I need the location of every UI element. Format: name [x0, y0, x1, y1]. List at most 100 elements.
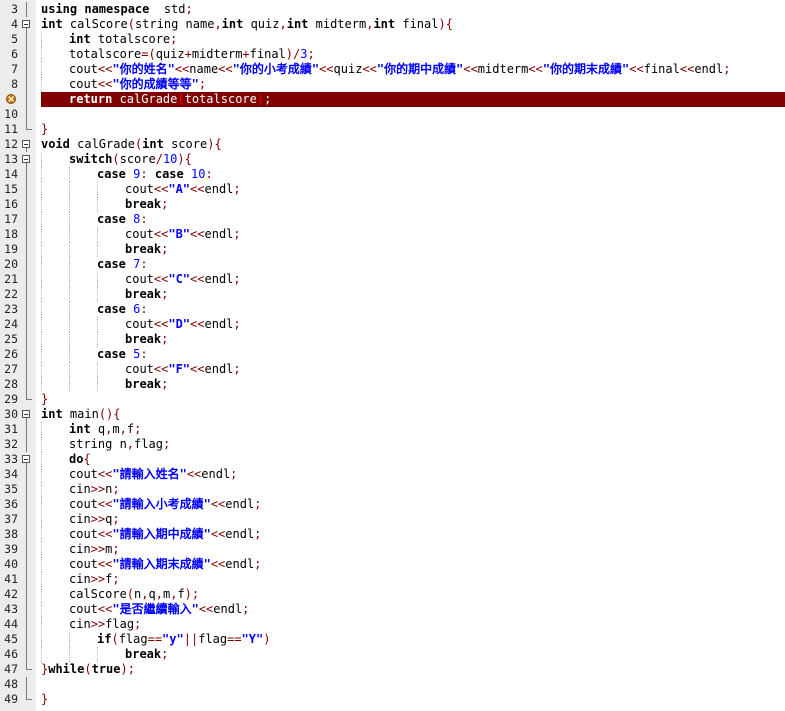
code-line[interactable]: 21 cout<<"C"<<endl;	[0, 272, 785, 287]
code-line[interactable]: 25 break;	[0, 332, 785, 347]
fold-collapse-icon[interactable]	[21, 17, 33, 32]
code-line[interactable]: 47}while(true);	[0, 662, 785, 677]
code-line[interactable]: 13 switch(score/10){	[0, 152, 785, 167]
code-line[interactable]: 29}	[0, 392, 785, 407]
fold-collapse-icon[interactable]	[21, 137, 33, 152]
code-text[interactable]: }	[41, 392, 785, 407]
code-line[interactable]: 31 int q,m,f;	[0, 422, 785, 437]
code-text[interactable]: }	[41, 122, 785, 137]
code-text[interactable]: if(flag=="y"||flag=="Y")	[41, 632, 785, 647]
code-line[interactable]: 39 cin>>m;	[0, 542, 785, 557]
code-text[interactable]: do{	[41, 452, 785, 467]
code-text[interactable]: case 5:	[41, 347, 785, 362]
code-line[interactable]: 30 int main(){	[0, 407, 785, 422]
code-text[interactable]: case 9: case 10:	[41, 167, 785, 182]
code-text[interactable]: cout<<"請輸入期末成績"<<endl;	[41, 557, 785, 572]
fold-collapse-icon[interactable]	[21, 452, 33, 467]
code-text[interactable]: cout<<"C"<<endl;	[41, 272, 785, 287]
code-text[interactable]: totalscore=(quiz+midterm+final)/3;	[41, 47, 785, 62]
code-line[interactable]: 6 totalscore=(quiz+midterm+final)/3;	[0, 47, 785, 62]
code-line[interactable]: 14 case 9: case 10:	[0, 167, 785, 182]
code-text[interactable]: case 8:	[41, 212, 785, 227]
code-text[interactable]: cout<<"請輸入小考成績"<<endl;	[41, 497, 785, 512]
code-text[interactable]: cout<<"你的姓名"<<name<<"你的小考成績"<<quiz<<"你的期…	[41, 62, 785, 77]
code-line[interactable]: 7 cout<<"你的姓名"<<name<<"你的小考成績"<<quiz<<"你的…	[0, 62, 785, 77]
code-line[interactable]: 37 cin>>q;	[0, 512, 785, 527]
code-line[interactable]: 12 void calGrade(int score){	[0, 137, 785, 152]
code-line[interactable]: 34 cout<<"請輸入姓名"<<endl;	[0, 467, 785, 482]
code-text[interactable]: break;	[41, 287, 785, 302]
code-line[interactable]: 5 int totalscore;	[0, 32, 785, 47]
fold-collapse-icon[interactable]	[21, 152, 33, 167]
code-text[interactable]: cout<<"請輸入姓名"<<endl;	[41, 467, 785, 482]
code-line[interactable]: 15 cout<<"A"<<endl;	[0, 182, 785, 197]
code-line[interactable]: 17 case 8:	[0, 212, 785, 227]
code-text[interactable]: string n,flag;	[41, 437, 785, 452]
code-line[interactable]: 43 cout<<"是否繼續輸入"<<endl;	[0, 602, 785, 617]
code-text[interactable]: cout<<"你的成績等等";	[41, 77, 785, 92]
code-text[interactable]: int calScore(string name,int quiz,int mi…	[41, 17, 785, 32]
breakpoint-icon[interactable]	[6, 92, 16, 107]
code-line[interactable]: 40 cout<<"請輸入期末成績"<<endl;	[0, 557, 785, 572]
code-line[interactable]: 35 cin>>n;	[0, 482, 785, 497]
code-line[interactable]: 23 case 6:	[0, 302, 785, 317]
code-text[interactable]: using namespace std;	[41, 2, 785, 17]
code-line[interactable]: 18 cout<<"B"<<endl;	[0, 227, 785, 242]
code-line[interactable]: 26 case 5:	[0, 347, 785, 362]
code-text[interactable]: switch(score/10){	[41, 152, 785, 167]
code-text[interactable]: void calGrade(int score){	[41, 137, 785, 152]
code-text[interactable]: cout<<"F"<<endl;	[41, 362, 785, 377]
code-text[interactable]: cout<<"D"<<endl;	[41, 317, 785, 332]
code-text[interactable]: case 7:	[41, 257, 785, 272]
code-text[interactable]	[41, 677, 785, 692]
code-line[interactable]: 36 cout<<"請輸入小考成績"<<endl;	[0, 497, 785, 512]
code-line[interactable]: 10	[0, 107, 785, 122]
code-line[interactable]: 24 cout<<"D"<<endl;	[0, 317, 785, 332]
code-line[interactable]: 8 cout<<"你的成績等等";	[0, 77, 785, 92]
code-text[interactable]: cin>>n;	[41, 482, 785, 497]
code-text[interactable]: cin>>f;	[41, 572, 785, 587]
code-line[interactable]: 48	[0, 677, 785, 692]
code-line[interactable]: 49}	[0, 692, 785, 707]
code-text[interactable]: int totalscore;	[41, 32, 785, 47]
code-text[interactable]: return calGrade(totalscore);	[41, 92, 785, 107]
code-line[interactable]: 32 string n,flag;	[0, 437, 785, 452]
code-line[interactable]: 42 calScore(n,q,m,f);	[0, 587, 785, 602]
code-line[interactable]: 11}	[0, 122, 785, 137]
code-line[interactable]: 4 int calScore(string name,int quiz,int m…	[0, 17, 785, 32]
code-text[interactable]: break;	[41, 377, 785, 392]
code-text[interactable]: break;	[41, 242, 785, 257]
code-line[interactable]: 20 case 7:	[0, 257, 785, 272]
code-text[interactable]: cout<<"是否繼續輸入"<<endl;	[41, 602, 785, 617]
code-text[interactable]: cin>>m;	[41, 542, 785, 557]
code-line[interactable]: 27 cout<<"F"<<endl;	[0, 362, 785, 377]
code-line[interactable]: 41 cin>>f;	[0, 572, 785, 587]
code-line[interactable]: 19 break;	[0, 242, 785, 257]
code-text[interactable]: break;	[41, 197, 785, 212]
code-text[interactable]: case 6:	[41, 302, 785, 317]
breakpoint-line[interactable]: return calGrade(totalscore);	[0, 92, 785, 107]
code-line[interactable]: 3 using namespace std;	[0, 2, 785, 17]
code-text[interactable]: cin>>flag;	[41, 617, 785, 632]
code-text[interactable]: }while(true);	[41, 662, 785, 677]
fold-collapse-icon[interactable]	[21, 407, 33, 422]
code-text[interactable]: cout<<"B"<<endl;	[41, 227, 785, 242]
code-text[interactable]: calScore(n,q,m,f);	[41, 587, 785, 602]
code-text[interactable]: cout<<"請輸入期中成績"<<endl;	[41, 527, 785, 542]
code-line[interactable]: 44 cin>>flag;	[0, 617, 785, 632]
code-text[interactable]: cin>>q;	[41, 512, 785, 527]
code-text[interactable]: break;	[41, 647, 785, 662]
code-line[interactable]: 22 break;	[0, 287, 785, 302]
code-text[interactable]	[41, 107, 785, 122]
code-line[interactable]: 33 do{	[0, 452, 785, 467]
code-editor[interactable]: 3 using namespace std; 4 int calScore(strin…	[0, 0, 785, 711]
code-line[interactable]: 16 break;	[0, 197, 785, 212]
code-text[interactable]: break;	[41, 332, 785, 347]
code-text[interactable]: }	[41, 692, 785, 707]
code-text[interactable]: int main(){	[41, 407, 785, 422]
code-text[interactable]: cout<<"A"<<endl;	[41, 182, 785, 197]
code-line[interactable]: 45 if(flag=="y"||flag=="Y")	[0, 632, 785, 647]
code-line[interactable]: 28 break;	[0, 377, 785, 392]
code-line[interactable]: 46 break;	[0, 647, 785, 662]
code-text[interactable]: int q,m,f;	[41, 422, 785, 437]
